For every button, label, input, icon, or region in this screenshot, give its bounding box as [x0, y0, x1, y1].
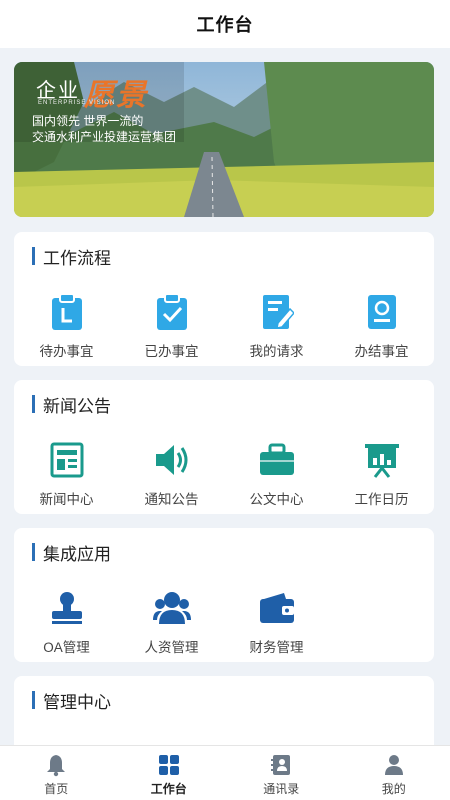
vision-banner[interactable]: 企业 愿景 ENTERPRISE VISION 国内领先 世界一流的 交通水利产…	[14, 62, 434, 217]
banner-slogan-line1: 国内领先 世界一流的	[32, 114, 144, 128]
banner-word-enterprise: 企业	[36, 78, 80, 102]
wallet-icon	[257, 588, 297, 628]
finance-management-button[interactable]: 财务管理	[224, 588, 329, 656]
grid-icon	[156, 752, 182, 778]
section-management-center: 管理中心	[14, 676, 434, 745]
top-bar: 工作台	[0, 0, 450, 48]
banner-english-text: ENTERPRISE VISION	[38, 100, 116, 106]
clipboard-check-icon	[152, 292, 192, 332]
pending-tasks-button[interactable]: 待办事宜	[14, 292, 119, 360]
tab-me[interactable]: 我的	[338, 746, 450, 800]
contacts-icon	[268, 752, 294, 778]
banner-word-vision: 愿景	[84, 78, 148, 113]
section-title: 工作流程	[32, 246, 111, 268]
title-accent-bar	[32, 691, 35, 709]
bottom-tab-bar: 首页 工作台 通讯录 我的	[0, 745, 450, 800]
my-requests-button[interactable]: 我的请求	[224, 292, 329, 360]
tab-workbench[interactable]: 工作台	[113, 746, 226, 800]
oa-management-button[interactable]: OA管理	[14, 588, 119, 656]
completed-tasks-button[interactable]: 办结事宜	[329, 292, 434, 360]
speaker-icon	[152, 440, 192, 480]
newspaper-icon	[47, 440, 87, 480]
done-tasks-button[interactable]: 已办事宜	[119, 292, 224, 360]
work-calendar-button[interactable]: 工作日历	[329, 440, 434, 508]
user-icon	[381, 752, 407, 778]
documents-center-button[interactable]: 公文中心	[224, 440, 329, 508]
page-title: 工作台	[196, 15, 254, 35]
main-scroll-area[interactable]: 企业 愿景 ENTERPRISE VISION 国内领先 世界一流的 交通水利产…	[0, 48, 450, 745]
section-news: 新闻公告 新闻中心 通知公告 公文中心 工作日历	[14, 380, 434, 514]
banner-slogan-line2: 交通水利产业投建运营集团	[32, 130, 177, 144]
bell-icon	[43, 752, 69, 778]
people-icon	[152, 588, 192, 628]
clipboard-clock-icon	[47, 292, 87, 332]
tab-contacts[interactable]: 通讯录	[225, 746, 338, 800]
stamp-icon	[47, 588, 87, 628]
title-accent-bar	[32, 247, 35, 265]
briefcase-icon	[257, 440, 297, 480]
section-integrated-apps: 集成应用 OA管理 人资管理 财务管理	[14, 528, 434, 662]
title-accent-bar	[32, 543, 35, 561]
hr-management-button[interactable]: 人资管理	[119, 588, 224, 656]
tab-home[interactable]: 首页	[0, 746, 113, 800]
notice-button[interactable]: 通知公告	[119, 440, 224, 508]
section-workflow: 工作流程 待办事宜 已办事宜 我的请求 办结事宜	[14, 232, 434, 366]
news-center-button[interactable]: 新闻中心	[14, 440, 119, 508]
presentation-chart-icon	[362, 440, 402, 480]
certificate-icon	[362, 292, 402, 332]
section-title: 集成应用	[32, 542, 111, 564]
document-edit-icon	[257, 292, 297, 332]
title-accent-bar	[32, 395, 35, 413]
section-title: 管理中心	[32, 690, 111, 712]
section-title: 新闻公告	[32, 394, 111, 416]
